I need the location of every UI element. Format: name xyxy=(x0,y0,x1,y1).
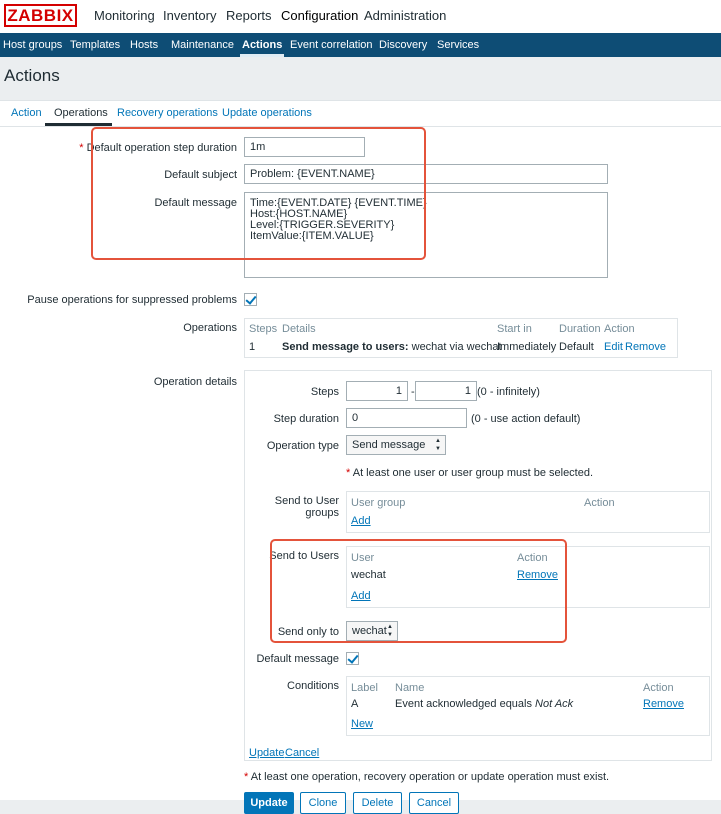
conditions-header-action: Action xyxy=(643,682,674,694)
ops-header-action: Action xyxy=(604,323,635,335)
select-arrows-icon: ▲ ▼ xyxy=(435,438,441,452)
clone-button[interactable]: Clone xyxy=(300,792,346,814)
conditions-table: Label Name Action A Event acknowledged e… xyxy=(346,676,710,736)
tab-operations[interactable]: Operations xyxy=(54,107,108,119)
operation-details-label: Operation details xyxy=(153,376,237,388)
footer-warning: * At least one operation, recovery opera… xyxy=(244,771,610,783)
sub-nav: Host groups Templates Hosts Maintenance … xyxy=(0,33,721,57)
steps-to-input[interactable]: 1 xyxy=(415,381,477,401)
ops-header-steps: Steps xyxy=(249,323,278,335)
pause-operations-label: Pause operations for suppressed problems xyxy=(27,294,237,306)
operations-label: Operations xyxy=(183,322,237,334)
user-groups-label: Send to User groups xyxy=(274,495,339,519)
operation-type-select[interactable]: Send message ▲ ▼ xyxy=(346,435,446,455)
ops-header-duration: Duration xyxy=(559,323,601,335)
subnav-hosts[interactable]: Hosts xyxy=(130,39,158,51)
nav-inventory[interactable]: Inventory xyxy=(163,8,216,23)
operations-table: Steps Details Start in Duration Action 1… xyxy=(244,318,678,358)
ops-edit-link[interactable]: Edit xyxy=(604,341,623,353)
details-update-link[interactable]: Update xyxy=(249,747,284,759)
operation-type-label: Operation type xyxy=(266,440,339,452)
subnav-event-correlation[interactable]: Event correlation xyxy=(290,39,373,51)
conditions-header-name: Name xyxy=(395,682,425,694)
subnav-services[interactable]: Services xyxy=(437,39,479,51)
tab-action[interactable]: Action xyxy=(11,107,42,119)
ops-row-details: Send message to users: wechat via wechat xyxy=(282,341,502,353)
ops-header-details: Details xyxy=(282,323,316,335)
user-groups-table: User group Action Add xyxy=(346,491,710,533)
pause-operations-checkbox[interactable] xyxy=(244,293,257,306)
step-duration-hint: (0 - use action default) xyxy=(471,413,581,425)
update-button[interactable]: Update xyxy=(244,792,294,814)
subnav-templates[interactable]: Templates xyxy=(70,39,120,51)
conditions-header-label: Label xyxy=(351,682,378,694)
conditions-remove-link[interactable]: Remove xyxy=(643,698,684,710)
ops-row-duration: Default xyxy=(559,341,594,353)
delete-button[interactable]: Delete xyxy=(353,792,402,814)
conditions-row-name: Event acknowledged equals Not Ack xyxy=(395,698,574,710)
details-step-duration-label: Step duration xyxy=(273,413,339,425)
details-default-message-label: Default message xyxy=(256,653,339,665)
subnav-maintenance[interactable]: Maintenance xyxy=(171,39,234,51)
subnav-discovery[interactable]: Discovery xyxy=(379,39,427,51)
subnav-host-groups[interactable]: Host groups xyxy=(3,39,62,51)
tab-recovery-operations[interactable]: Recovery operations xyxy=(117,107,218,119)
conditions-label: Conditions xyxy=(287,680,339,692)
form-panel: Action Operations Recovery operations Up… xyxy=(0,100,721,814)
highlight-box-default-fields xyxy=(91,127,426,260)
user-groups-header-action: Action xyxy=(584,497,615,509)
nav-reports[interactable]: Reports xyxy=(226,8,272,23)
ops-row-start-in: Immediately xyxy=(497,341,557,353)
details-warning: * At least one user or user group must b… xyxy=(346,467,594,479)
subnav-actions[interactable]: Actions xyxy=(239,39,285,57)
cancel-button[interactable]: Cancel xyxy=(409,792,459,814)
conditions-new-link[interactable]: New xyxy=(351,718,373,730)
details-default-message-checkbox[interactable] xyxy=(346,652,359,665)
tab-update-operations[interactable]: Update operations xyxy=(222,107,312,119)
steps-from-input[interactable]: 1 xyxy=(346,381,408,401)
highlight-box-users xyxy=(270,539,567,643)
nav-administration[interactable]: Administration xyxy=(364,8,446,23)
steps-hint: (0 - infinitely) xyxy=(477,386,540,398)
user-groups-add-link[interactable]: Add xyxy=(351,515,371,527)
ops-header-start-in: Start in xyxy=(497,323,532,335)
top-bar: ZABBIX Monitoring Inventory Reports Conf… xyxy=(0,0,721,33)
details-step-duration-input[interactable]: 0 xyxy=(346,408,467,428)
details-steps-label: Steps xyxy=(310,386,339,398)
ops-remove-link[interactable]: Remove xyxy=(625,341,666,353)
zabbix-logo[interactable]: ZABBIX xyxy=(4,4,77,27)
conditions-row-label: A xyxy=(351,698,359,710)
details-cancel-link[interactable]: Cancel xyxy=(285,747,319,759)
page-title: Actions xyxy=(4,66,60,85)
ops-row-steps: 1 xyxy=(249,341,256,353)
nav-configuration[interactable]: Configuration xyxy=(281,8,358,23)
user-groups-header-group: User group xyxy=(351,497,406,509)
nav-monitoring[interactable]: Monitoring xyxy=(94,8,155,23)
